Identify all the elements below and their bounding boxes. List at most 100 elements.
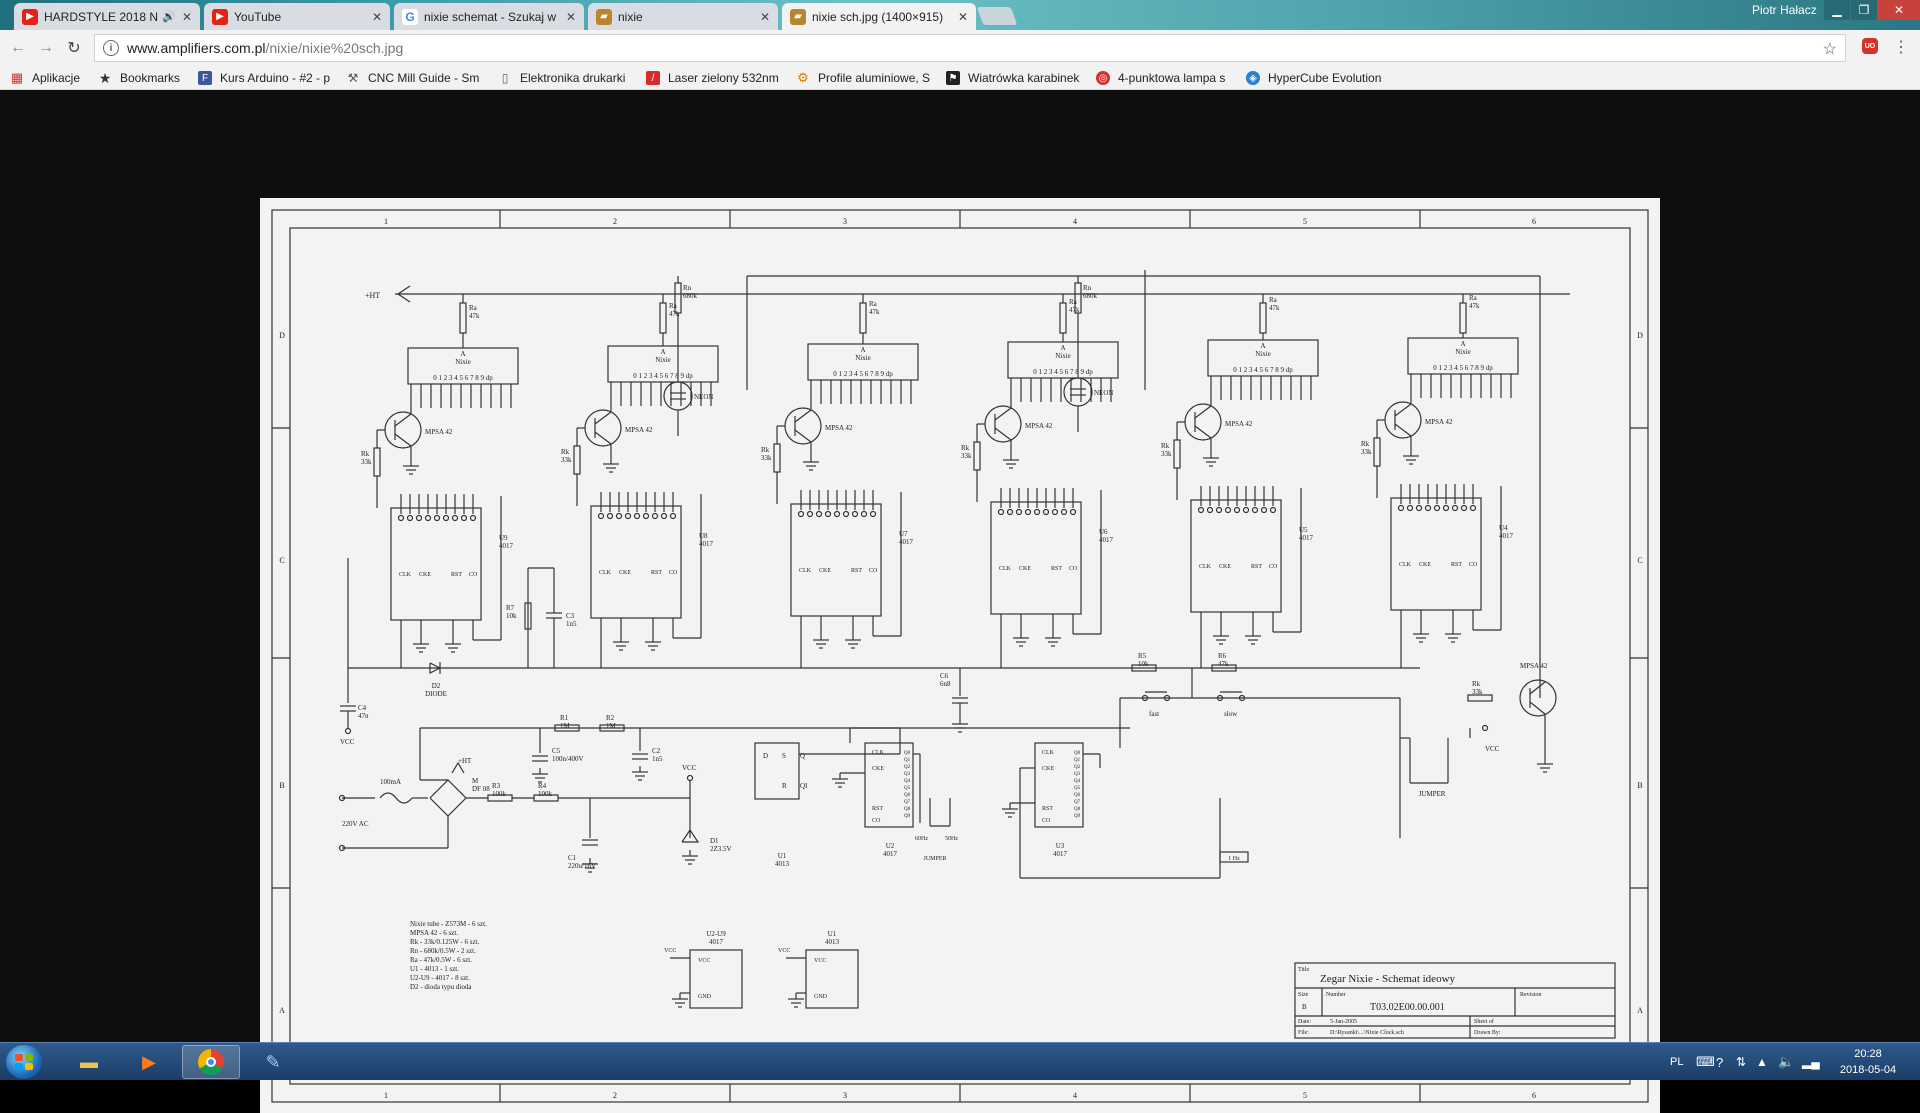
- capacitor-label: C1: [568, 854, 577, 862]
- anode-resistor-label: 47k: [1269, 304, 1280, 312]
- browser-toolbar: ← → ↻ i www.amplifiers.com.pl/nixie/nixi…: [0, 30, 1920, 66]
- info-icon[interactable]: i: [103, 40, 119, 56]
- taskbar-media-player[interactable]: ▶: [120, 1045, 178, 1079]
- counter-pin-label: Q0: [904, 751, 911, 756]
- close-tab-icon[interactable]: ✕: [372, 10, 382, 24]
- schematic-image[interactable]: 1 1 2 2 3 3 4 4 5 5 6 6 D D C C B B A A +HT Ra 47k A Nixie 0 1 2 …: [260, 198, 1660, 1113]
- counter-pin: [851, 510, 859, 518]
- close-tab-icon[interactable]: ✕: [182, 10, 192, 24]
- transistor: [1394, 403, 1412, 417]
- help-icon[interactable]: ?: [1716, 1043, 1723, 1081]
- chrome-menu-icon[interactable]: ⋮: [1893, 38, 1909, 56]
- counter-pin: [1224, 506, 1232, 514]
- bookmark-laser[interactable]: / Laser zielony 532nm: [646, 69, 782, 87]
- counter-pin: [1460, 504, 1468, 512]
- bridge-label: DF 08: [472, 785, 490, 793]
- taskbar-paint[interactable]: ✎: [244, 1045, 302, 1079]
- tab-title: YouTube: [234, 9, 282, 24]
- google-icon: G: [402, 8, 418, 25]
- bookmark-apps[interactable]: ▦ Aplikacje: [10, 69, 94, 87]
- grid-row-label: A: [279, 1006, 285, 1015]
- taskbar-chrome[interactable]: [182, 1045, 240, 1079]
- tab-nixie-sch[interactable]: ▰ nixie sch.jpg (1400×915) ✕: [782, 3, 976, 30]
- bookmark-kurs-arduino[interactable]: F Kurs Arduino - #2 - p: [198, 69, 334, 87]
- language-indicator[interactable]: PL: [1670, 1043, 1683, 1081]
- network-transfer-icon[interactable]: ⇅: [1736, 1043, 1746, 1081]
- bookmark-elektronika[interactable]: ▯ Elektronika drukarki: [498, 69, 630, 87]
- bridge-label: M: [472, 777, 479, 785]
- resistor-label: 33k: [1472, 688, 1483, 696]
- bookmark-bookmarks[interactable]: ★ Bookmarks: [98, 69, 192, 87]
- grid-row-label: A: [1637, 1006, 1643, 1015]
- chrome-icon: [198, 1049, 224, 1075]
- speaker-icon[interactable]: 🔊: [162, 10, 176, 23]
- nixie-tube-label: Nixie: [1055, 352, 1071, 360]
- resistor-label: 47k: [1218, 660, 1229, 668]
- transistor: [594, 411, 612, 425]
- close-tab-icon[interactable]: ✕: [566, 10, 576, 24]
- counter-pin: [469, 514, 477, 522]
- bookmark-star-icon[interactable]: ☆: [1823, 39, 1837, 59]
- tab-hardstyle[interactable]: ▶ HARDSTYLE 2018 New 🔊 ✕: [14, 3, 200, 30]
- url-text[interactable]: www.amplifiers.com.pl/nixie/nixie%20sch.…: [127, 40, 403, 56]
- counter-pin-label: CLK: [999, 566, 1012, 572]
- counter-pin-label: Q4: [1074, 779, 1081, 784]
- bookmark-profile[interactable]: ⚙ Profile aluminiowe, S: [796, 69, 932, 87]
- show-hidden-icons[interactable]: ▲: [1756, 1043, 1768, 1081]
- vcc-label: VCC: [664, 948, 676, 954]
- reload-icon[interactable]: ↻: [64, 38, 84, 58]
- page-icon: ▯: [501, 71, 509, 85]
- anode-resistor: [1459, 302, 1467, 334]
- ublock-extension-icon[interactable]: UO: [1862, 38, 1878, 54]
- forward-arrow-icon[interactable]: →: [36, 38, 56, 58]
- back-arrow-icon[interactable]: ←: [8, 38, 28, 58]
- bookmark-lampa[interactable]: ◎ 4-punktowa lampa s: [1096, 69, 1234, 87]
- anode-resistor: [859, 302, 867, 334]
- tab-nixie[interactable]: ▰ nixie ✕: [588, 3, 778, 30]
- counter-pin-label: CLK: [872, 750, 885, 756]
- tab-title: HARDSTYLE 2018 New: [44, 9, 159, 24]
- taskbar-explorer[interactable]: ▬: [60, 1045, 118, 1079]
- counter-pin: [1006, 508, 1014, 516]
- restore-icon[interactable]: ❐: [1851, 0, 1877, 20]
- clock[interactable]: 20:28 2018-05-04: [1830, 1046, 1906, 1078]
- anode-resistor: [1259, 302, 1267, 334]
- bookmark-wiatrowka[interactable]: ⚑ Wiatrówka karabinek: [946, 69, 1084, 87]
- minimize-icon[interactable]: ▁: [1824, 0, 1850, 20]
- anode-resistor-label: Ra: [1069, 298, 1078, 306]
- counter-pin-label: Q1: [1074, 758, 1081, 763]
- nixie-tube-label: Nixie: [655, 356, 671, 364]
- counter-pin-label: Q5: [1074, 786, 1081, 791]
- capacitor-label: C6: [940, 672, 949, 680]
- bookmark-cnc-mill[interactable]: ⚒ CNC Mill Guide - Sm: [346, 69, 484, 87]
- address-bar[interactable]: i www.amplifiers.com.pl/nixie/nixie%20sc…: [94, 34, 1846, 62]
- schematic-number: T03.02E00.00.001: [1370, 1002, 1445, 1013]
- profile-name[interactable]: Piotr Hałacz: [1752, 3, 1817, 17]
- diode-label: D1: [710, 837, 719, 845]
- tab-youtube[interactable]: ▶ YouTube ✕: [204, 3, 390, 30]
- base-resistor: [773, 443, 781, 473]
- new-tab-button[interactable]: [976, 7, 1018, 25]
- diode-label: D2: [432, 682, 441, 690]
- counter-pin-label: CKE: [1019, 566, 1031, 572]
- counter-pin: [1060, 508, 1068, 516]
- counter-pin-label: Q3: [1074, 772, 1081, 777]
- counter-label: U5: [1299, 526, 1308, 534]
- neon-lamp: [1063, 377, 1093, 407]
- bookmark-hypercube[interactable]: ◈ HyperCube Evolution: [1246, 69, 1386, 87]
- window-close-icon[interactable]: ✕: [1877, 0, 1920, 20]
- start-button[interactable]: [6, 1045, 42, 1079]
- volume-icon[interactable]: 🔈: [1778, 1043, 1794, 1081]
- youtube-icon: ▶: [212, 8, 228, 25]
- counter-pin: [1415, 504, 1423, 512]
- close-tab-icon[interactable]: ✕: [760, 10, 770, 24]
- capacitor-label: 1n5: [652, 755, 663, 763]
- transistor-label: MPSA 42: [625, 426, 653, 434]
- counter-label: U8: [699, 532, 708, 540]
- close-tab-icon[interactable]: ✕: [958, 10, 968, 24]
- signal-icon[interactable]: ▂▄: [1802, 1043, 1820, 1081]
- transistor: [394, 433, 412, 447]
- power-label: 4017: [709, 938, 724, 946]
- tab-google-search[interactable]: G nixie schemat - Szukaj w ✕: [394, 3, 584, 30]
- keyboard-icon[interactable]: ⌨: [1696, 1043, 1715, 1081]
